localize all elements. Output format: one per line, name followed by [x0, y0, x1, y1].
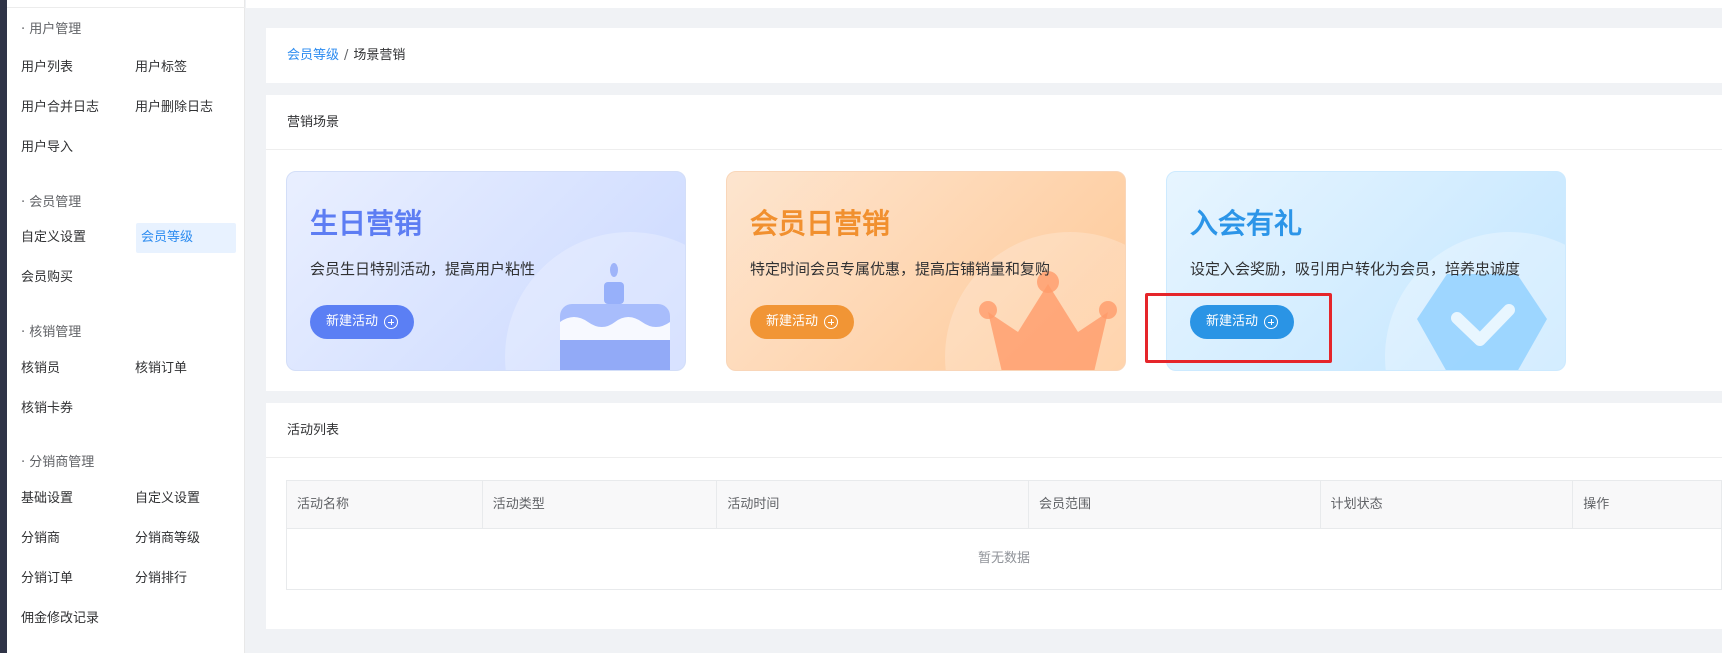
sidebar-item-member-purchase[interactable]: 会员购买 [7, 263, 107, 293]
column-header-name[interactable]: 活动名称 [287, 481, 483, 529]
sidebar-item-distribution-custom-settings[interactable]: 自定义设置 [130, 484, 230, 514]
sidebar-item-commission-log[interactable]: 佣金修改记录 [7, 604, 137, 634]
card-title: 生日营销 [310, 207, 423, 240]
activity-list-title: 活动列表 [266, 403, 1722, 458]
group-title-distribution: · 分销商管理 [21, 455, 95, 470]
column-header-type[interactable]: 活动类型 [483, 481, 718, 529]
plus-circle-icon [824, 315, 839, 329]
join-gift-card: 入会有礼 设定入会奖励，吸引用户转化为会员，培养忠诚度 新建活动 [1166, 171, 1566, 371]
sidebar-item-verifier[interactable]: 核销员 [7, 354, 107, 384]
column-header-plan-status[interactable]: 计划状态 [1321, 481, 1574, 529]
column-header-time[interactable]: 活动时间 [717, 481, 1029, 529]
sidebar-item-distribution-orders[interactable]: 分销订单 [7, 564, 107, 594]
breadcrumb-separator: / [344, 48, 349, 63]
new-activity-button-join-gift[interactable]: 新建活动 [1190, 305, 1295, 339]
member-day-marketing-card: 会员日营销 特定时间会员专属优惠，提高店铺销量和复购 新建活动 [726, 171, 1126, 371]
new-activity-button-member-day[interactable]: 新建活动 [750, 305, 855, 339]
card-title: 入会有礼 [1190, 207, 1303, 240]
table-header: 活动名称 活动类型 活动时间 会员范围 计划状态 操作 [287, 481, 1721, 529]
sidebar-item-distributor-levels[interactable]: 分销商等级 [130, 524, 230, 554]
sidebar-item-verification-coupons[interactable]: 核销卡券 [7, 394, 107, 424]
table-empty-text: 暂无数据 [977, 551, 1030, 566]
plus-circle-icon [1264, 315, 1279, 329]
sidebar-item-user-delete-log[interactable]: 用户删除日志 [130, 93, 230, 123]
group-title-user: · 用户管理 [21, 22, 82, 37]
marketing-scenes-title: 营销场景 [266, 95, 1722, 150]
breadcrumb-current: 场景营销 [353, 48, 406, 63]
sidebar-item-distributors[interactable]: 分销商 [7, 524, 107, 554]
plus-circle-icon [384, 315, 399, 329]
breadcrumb: 会员等级 / 场景营销 [266, 28, 1722, 83]
card-title: 会员日营销 [750, 207, 891, 240]
badge-check-icon [1417, 274, 1547, 370]
sidebar: · 用户管理 用户列表 用户标签 用户合并日志 用户删除日志 用户导入 · 会员… [7, 0, 245, 653]
sidebar-item-user-merge-log[interactable]: 用户合并日志 [7, 93, 107, 123]
main-top-bar [246, 0, 1722, 8]
activity-table: 活动名称 活动类型 活动时间 会员范围 计划状态 操作 暂无数据 [286, 480, 1722, 590]
column-header-actions[interactable]: 操作 [1573, 481, 1721, 529]
sidebar-top-divider [7, 0, 245, 8]
button-label: 新建活动 [766, 314, 819, 329]
group-title-member: · 会员管理 [21, 195, 82, 210]
crown-icon [979, 271, 1117, 370]
main-content: 会员等级 / 场景营销 营销场景 生日营销 会员生日特别活动，提高用户粘性 新建活动 [246, 0, 1722, 653]
sidebar-item-verification-orders[interactable]: 核销订单 [130, 354, 230, 384]
card-description: 设定入会奖励，吸引用户转化为会员，培养忠诚度 [1190, 260, 1521, 278]
column-header-member-scope[interactable]: 会员范围 [1029, 481, 1321, 529]
birthday-marketing-card: 生日营销 会员生日特别活动，提高用户粘性 新建活动 [286, 171, 686, 371]
activity-list-panel: 活动列表 活动名称 活动类型 活动时间 会员范围 计划状态 操作 暂无数据 [266, 403, 1722, 629]
sidebar-item-user-list[interactable]: 用户列表 [7, 53, 107, 83]
sidebar-item-user-tags[interactable]: 用户标签 [130, 53, 230, 83]
new-activity-button-birthday[interactable]: 新建活动 [310, 305, 415, 339]
sidebar-item-distribution-ranking[interactable]: 分销排行 [130, 564, 230, 594]
sidebar-item-custom-settings[interactable]: 自定义设置 [7, 223, 107, 253]
marketing-scenes-panel: 营销场景 生日营销 会员生日特别活动，提高用户粘性 新建活动 会员日营销 特定时… [266, 95, 1722, 391]
sidebar-item-member-level[interactable]: 会员等级 [136, 223, 236, 253]
sidebar-item-user-import[interactable]: 用户导入 [7, 133, 107, 163]
button-label: 新建活动 [1206, 314, 1259, 329]
button-label: 新建活动 [326, 314, 379, 329]
sidebar-item-basic-settings[interactable]: 基础设置 [7, 484, 107, 514]
breadcrumb-parent-link[interactable]: 会员等级 [287, 48, 339, 63]
cake-icon [560, 263, 670, 370]
group-title-verification: · 核销管理 [21, 325, 82, 340]
app-nav-strip [0, 0, 7, 653]
card-description: 会员生日特别活动，提高用户粘性 [310, 260, 536, 278]
card-description: 特定时间会员专属优惠，提高店铺销量和复购 [750, 260, 1051, 278]
